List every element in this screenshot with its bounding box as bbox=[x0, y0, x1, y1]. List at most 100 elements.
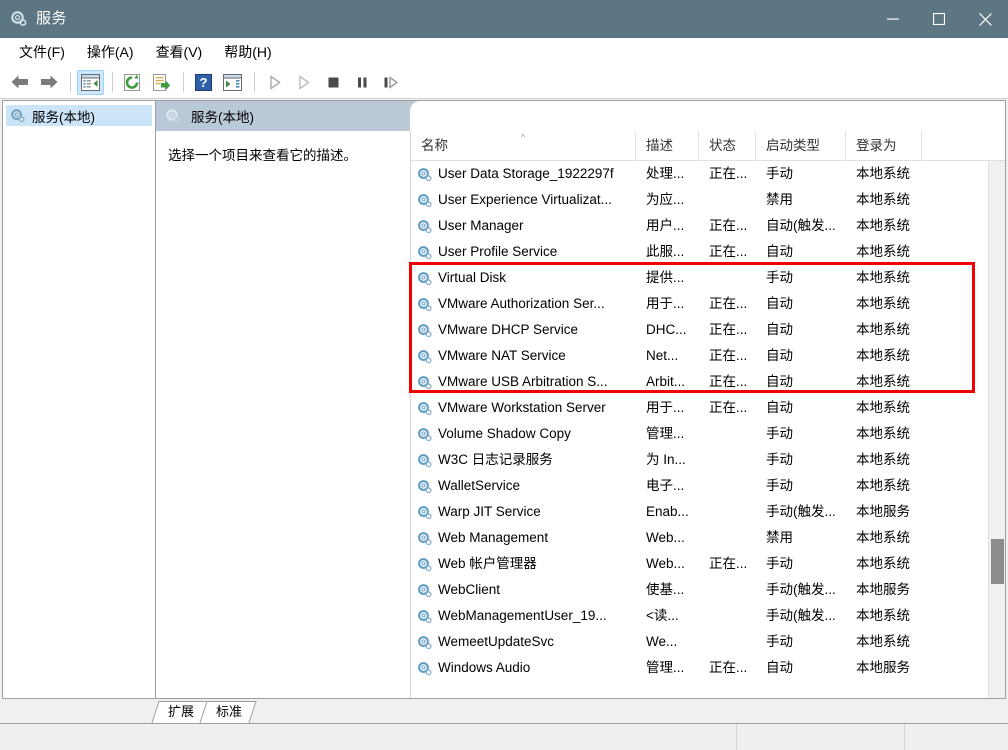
service-description-cell: Web... bbox=[646, 556, 685, 571]
service-name-label: VMware Workstation Server bbox=[438, 400, 606, 415]
service-description-cell: Net... bbox=[646, 348, 679, 363]
menu-view[interactable]: 查看(V) bbox=[145, 40, 214, 64]
services-gear-icon bbox=[10, 10, 28, 28]
status-bar bbox=[0, 723, 1008, 750]
pause-service-icon[interactable] bbox=[348, 70, 375, 95]
sidebar-item-services-local[interactable]: 服务(本地) bbox=[6, 105, 152, 126]
table-row[interactable]: Virtual Disk 提供... 手动 本地系统 bbox=[411, 265, 988, 291]
service-gear-icon bbox=[417, 218, 433, 234]
service-name-label: VMware NAT Service bbox=[438, 348, 566, 363]
table-row[interactable]: Web 帐户管理器 Web... 正在... 手动 本地系统 bbox=[411, 551, 988, 577]
close-button[interactable] bbox=[962, 0, 1008, 38]
scrollbar-thumb[interactable] bbox=[991, 539, 1004, 584]
title-bar: 服务 bbox=[0, 0, 1008, 38]
column-header-log-on-as[interactable]: 登录为 bbox=[846, 130, 922, 161]
service-startup-type-cell: 手动 bbox=[766, 270, 793, 285]
table-row[interactable]: W3C 日志记录服务 为 In... 手动 本地系统 bbox=[411, 447, 988, 473]
column-header-name[interactable]: ^ 名称 bbox=[411, 130, 636, 161]
table-row[interactable]: VMware Workstation Server 用于... 正在... 自动 本地系… bbox=[411, 395, 988, 421]
export-list-icon[interactable] bbox=[148, 70, 175, 95]
status-segment-main bbox=[0, 723, 737, 750]
service-logon-cell: 本地系统 bbox=[856, 478, 910, 493]
service-name-label: W3C 日志记录服务 bbox=[438, 452, 553, 467]
table-row[interactable]: Web Management Web... 禁用 本地系统 bbox=[411, 525, 988, 551]
menu-file[interactable]: 文件(F) bbox=[8, 40, 76, 64]
table-row[interactable]: WebClient 使基... 手动(触发... 本地服务 bbox=[411, 577, 988, 603]
column-header-status[interactable]: 状态 bbox=[699, 130, 756, 161]
services-gear-icon bbox=[165, 108, 182, 125]
help-icon[interactable]: ? bbox=[190, 70, 217, 95]
sidebar-item-label: 服务(本地) bbox=[32, 109, 95, 125]
table-row[interactable]: User Data Storage_1922297f 处理... 正在... 手动 本地… bbox=[411, 161, 988, 187]
service-name-label: WalletService bbox=[438, 478, 521, 493]
tab-standard[interactable]: 标准 bbox=[199, 701, 257, 723]
table-row[interactable]: Warp JIT Service Enab... 手动(触发... 本地服务 bbox=[411, 499, 988, 525]
service-gear-icon bbox=[417, 374, 433, 390]
vertical-scrollbar[interactable] bbox=[988, 161, 1005, 698]
service-name-cell: VMware USB Arbitration S... bbox=[411, 369, 636, 395]
tab-extended-label: 扩展 bbox=[168, 704, 195, 719]
service-name-cell: User Profile Service bbox=[411, 239, 636, 265]
column-header-name-label: 名称 bbox=[421, 137, 448, 153]
service-logon-cell: 本地系统 bbox=[856, 634, 910, 649]
service-name-label: VMware USB Arbitration S... bbox=[438, 374, 608, 389]
description-prompt: 选择一个项目来查看它的描述。 bbox=[168, 148, 357, 163]
column-header-filler bbox=[922, 131, 952, 161]
tab-standard-label: 标准 bbox=[216, 704, 243, 719]
service-gear-icon bbox=[417, 244, 433, 260]
start-service-icon[interactable] bbox=[261, 70, 288, 95]
service-description-cell: 此服... bbox=[646, 244, 685, 259]
service-name-cell: Volume Shadow Copy bbox=[411, 421, 636, 447]
minimize-button[interactable] bbox=[870, 0, 916, 38]
service-gear-icon bbox=[417, 322, 433, 338]
svg-text:?: ? bbox=[200, 75, 208, 90]
service-name-cell: User Manager bbox=[411, 213, 636, 239]
service-gear-icon bbox=[417, 400, 433, 416]
service-gear-icon bbox=[417, 556, 433, 572]
restart-service-icon[interactable] bbox=[377, 70, 404, 95]
stop-service-icon[interactable] bbox=[319, 70, 346, 95]
table-row[interactable]: WemeetUpdateSvc We... 手动 本地系统 bbox=[411, 629, 988, 655]
service-status-cell: 正在... bbox=[709, 322, 748, 337]
service-name-label: User Manager bbox=[438, 218, 524, 233]
menu-help[interactable]: 帮助(H) bbox=[213, 40, 282, 64]
menu-action[interactable]: 操作(A) bbox=[76, 40, 145, 64]
back-icon[interactable] bbox=[6, 70, 33, 95]
menu-bar: 文件(F) 操作(A) 查看(V) 帮助(H) bbox=[0, 38, 1008, 66]
table-row[interactable]: Windows Audio 管理... 正在... 自动 本地服务 bbox=[411, 655, 988, 681]
service-status-cell: 正在... bbox=[709, 348, 748, 363]
service-description-cell: Enab... bbox=[646, 504, 689, 519]
service-startup-type-cell: 自动 bbox=[766, 322, 793, 337]
maximize-button[interactable] bbox=[916, 0, 962, 38]
services-window: 服务 文件(F) 操作(A) 查看(V) 帮助(H) ? 服务(本地) 服务(本… bbox=[0, 0, 1008, 750]
service-logon-cell: 本地系统 bbox=[856, 608, 910, 623]
table-row[interactable]: User Manager 用户... 正在... 自动(触发... 本地系统 bbox=[411, 213, 988, 239]
service-logon-cell: 本地系统 bbox=[856, 270, 910, 285]
column-header-description[interactable]: 描述 bbox=[636, 130, 699, 161]
table-row[interactable]: VMware NAT Service Net... 正在... 自动 本地系统 bbox=[411, 343, 988, 369]
service-name-label: WemeetUpdateSvc bbox=[438, 634, 555, 649]
service-logon-cell: 本地系统 bbox=[856, 374, 910, 389]
show-hide-console-tree-icon[interactable] bbox=[77, 69, 104, 95]
table-row[interactable]: WalletService 电子... 手动 本地系统 bbox=[411, 473, 988, 499]
table-row[interactable]: Volume Shadow Copy 管理... 手动 本地系统 bbox=[411, 421, 988, 447]
window-title: 服务 bbox=[36, 10, 68, 27]
forward-icon[interactable] bbox=[35, 70, 62, 95]
column-header-startup-type[interactable]: 启动类型 bbox=[756, 130, 846, 161]
service-startup-type-cell: 手动(触发... bbox=[766, 582, 836, 597]
services-gear-icon bbox=[10, 108, 26, 124]
show-action-pane-icon[interactable] bbox=[219, 70, 246, 95]
table-row[interactable]: VMware Authorization Ser... 用于... 正在... 自动 本… bbox=[411, 291, 988, 317]
service-name-label: Volume Shadow Copy bbox=[438, 426, 571, 441]
service-logon-cell: 本地服务 bbox=[856, 582, 910, 597]
column-headers: ^ 名称 描述 状态 启动类型 登录为 bbox=[411, 130, 1005, 161]
service-startup-type-cell: 自动 bbox=[766, 296, 793, 311]
table-row[interactable]: WebManagementUser_19... <读... 手动(触发... 本地系统 bbox=[411, 603, 988, 629]
resume-service-icon[interactable] bbox=[290, 70, 317, 95]
table-row[interactable]: User Experience Virtualizat... 为应... 禁用 本地系… bbox=[411, 187, 988, 213]
table-row[interactable]: VMware USB Arbitration S... Arbit... 正在...… bbox=[411, 369, 988, 395]
table-row[interactable]: User Profile Service 此服... 正在... 自动 本地系统 bbox=[411, 239, 988, 265]
rows-wrapper: User Data Storage_1922297f 处理... 正在... 手动 本地… bbox=[411, 161, 1005, 698]
table-row[interactable]: VMware DHCP Service DHC... 正在... 自动 本地系统 bbox=[411, 317, 988, 343]
refresh-icon[interactable] bbox=[119, 70, 146, 95]
